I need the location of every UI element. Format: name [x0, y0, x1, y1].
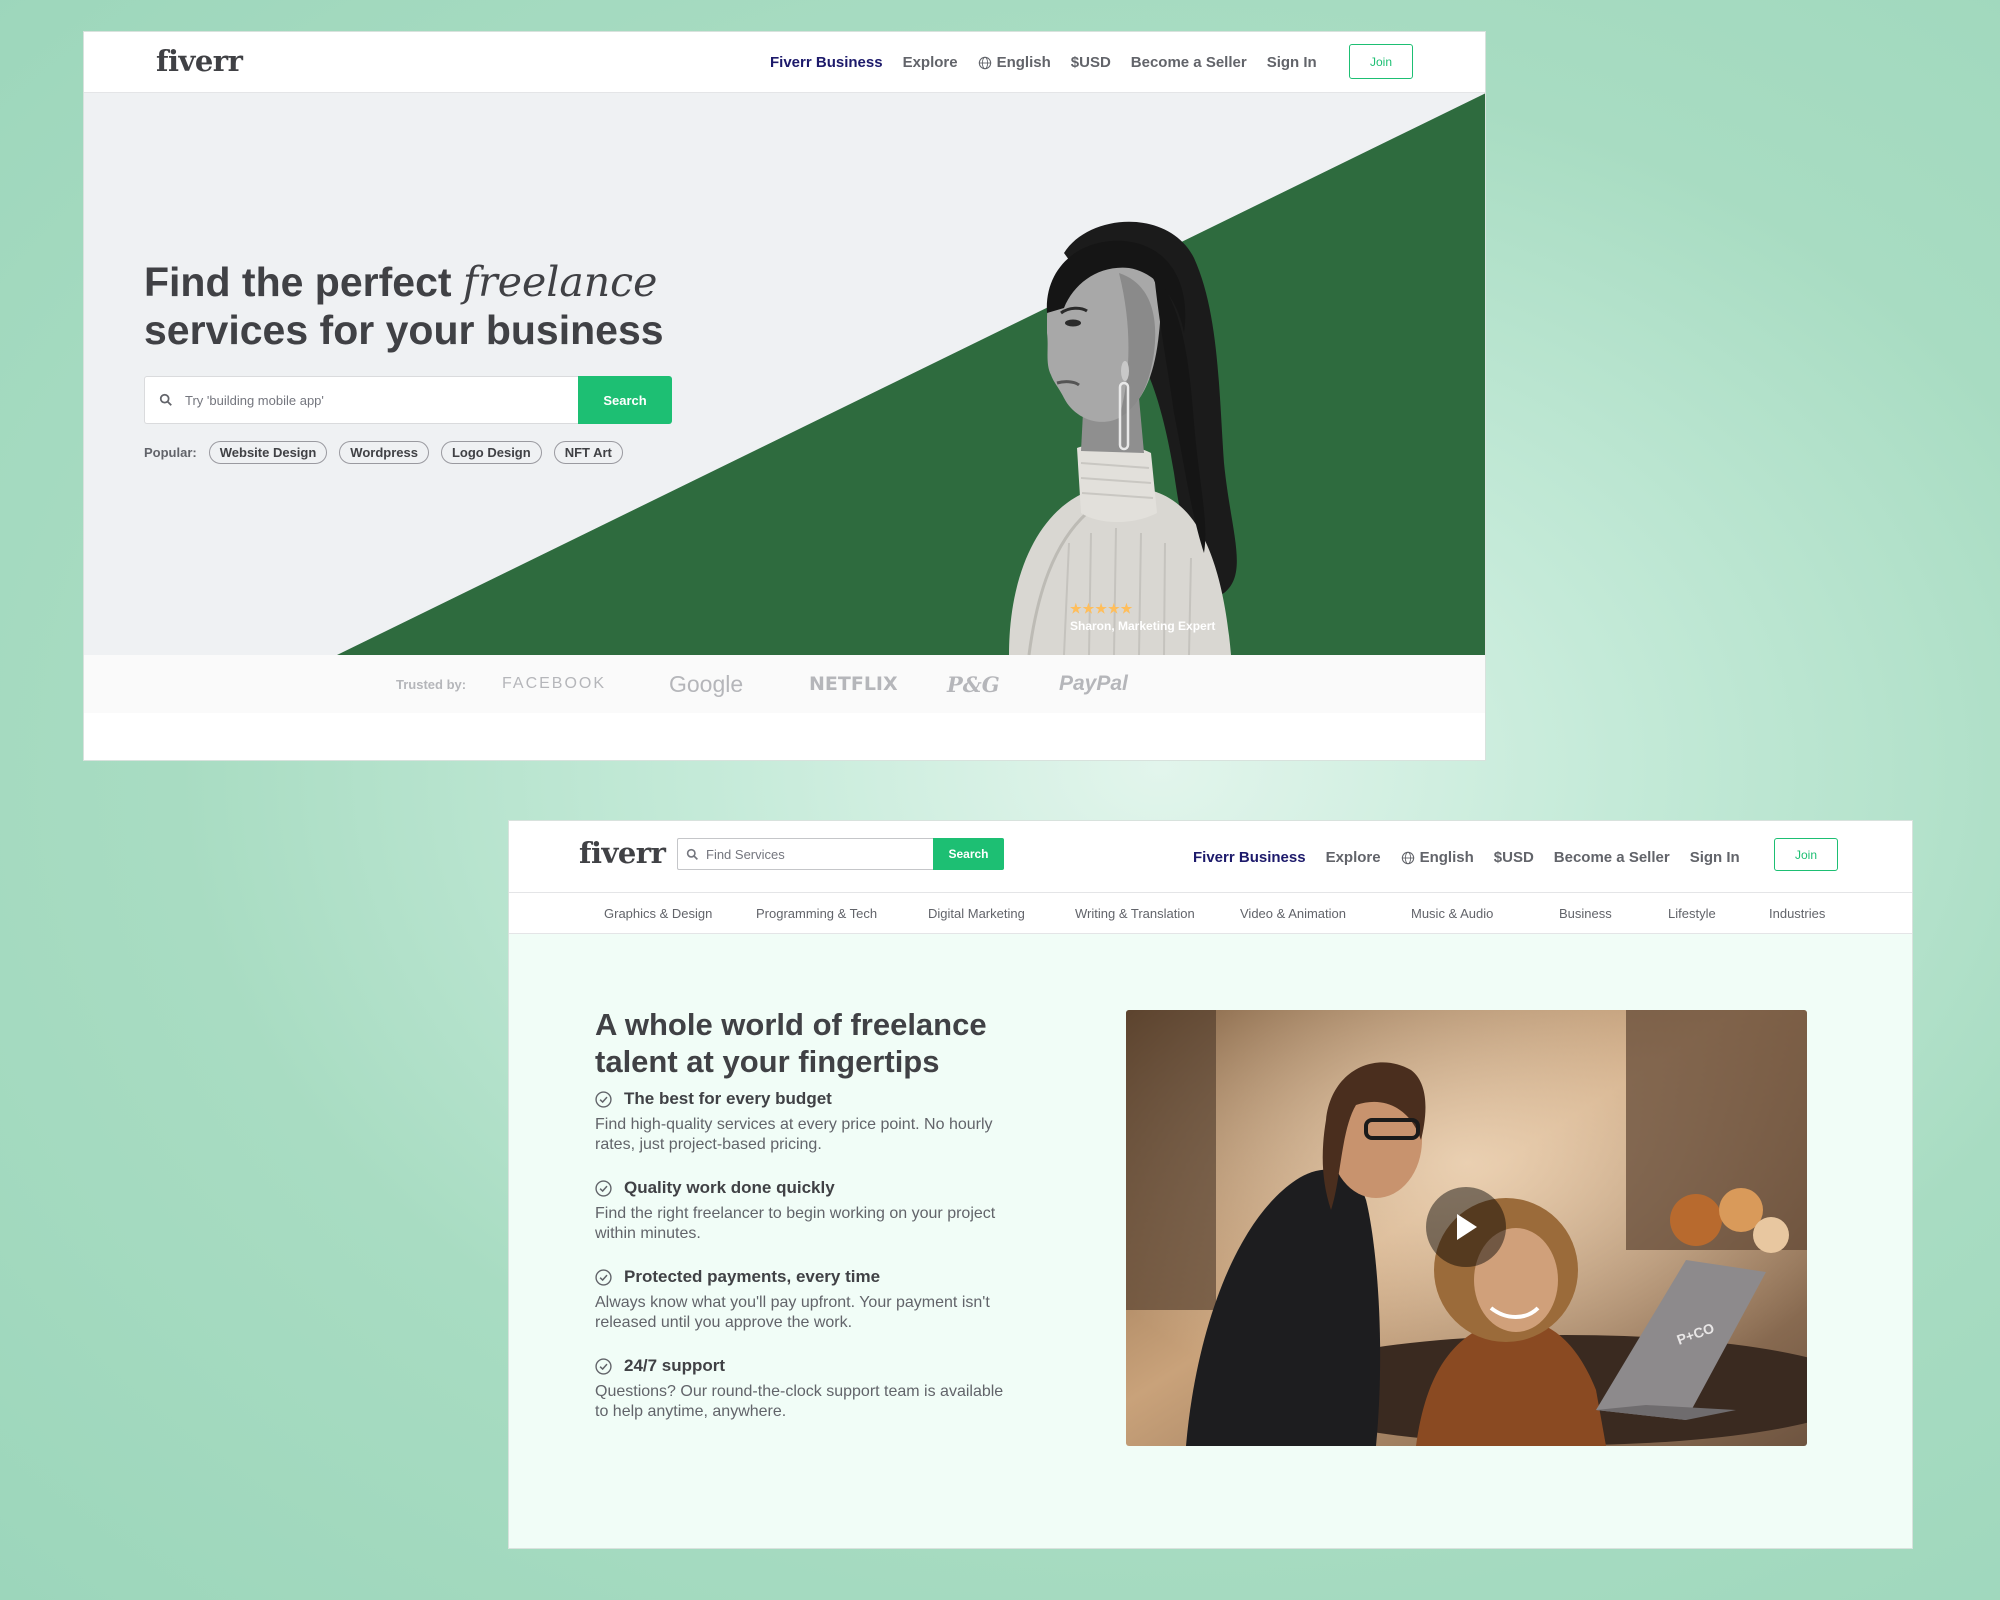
homepage-screenshot: fiverr Fiverr Business Explore English $…: [83, 31, 1486, 761]
trusted-by-bar: Trusted by: FACEBOOK Google NETFLIX P&G …: [84, 655, 1485, 713]
header-search-input[interactable]: Find Services: [677, 838, 933, 870]
top-nav-2: fiverr Find Services Search Fiverr Busin…: [509, 821, 1912, 893]
feature-title: Protected payments, every time: [624, 1267, 881, 1286]
search-placeholder: Try 'building mobile app': [185, 392, 324, 408]
headline-italic: freelance: [462, 258, 658, 306]
seller-rating: ★★★★★ Sharon, Marketing Expert: [1070, 601, 1215, 633]
category-programming-tech[interactable]: Programming & Tech: [756, 906, 877, 921]
feature-description: Find high-quality services at every pric…: [595, 1116, 993, 1153]
pg-logo: P&G: [947, 671, 1000, 697]
promo-video[interactable]: P+CO: [1126, 1010, 1807, 1446]
category-video-animation[interactable]: Video & Animation: [1240, 906, 1346, 921]
fiverr-business-link-2[interactable]: Fiverr Business: [1193, 849, 1306, 866]
check-circle-icon: [595, 1357, 612, 1375]
trusted-by-label: Trusted by:: [396, 676, 467, 692]
check-circle-icon: [595, 1268, 612, 1286]
language-selector-2[interactable]: English: [1401, 849, 1474, 866]
feature-title: The best for every budget: [624, 1089, 832, 1108]
explore-link[interactable]: Explore: [903, 54, 958, 71]
feature-description: Find the right freelancer to begin worki…: [595, 1205, 996, 1242]
feature-item: Quality work done quickly Find the right…: [595, 1178, 1015, 1244]
fiverr-logo-2[interactable]: fiverr: [579, 836, 666, 870]
currency-selector-2[interactable]: $USD: [1494, 849, 1534, 866]
popular-tags: Popular: Website Design Wordpress Logo D…: [144, 441, 623, 464]
feature-item: The best for every budget Find high-qual…: [595, 1089, 1015, 1155]
feature-description: Always know what you'll pay upfront. You…: [595, 1294, 990, 1331]
category-industries[interactable]: Industries: [1769, 906, 1825, 921]
fiverr-logo[interactable]: fiverr: [156, 44, 243, 78]
explore-link-2[interactable]: Explore: [1326, 849, 1381, 866]
popular-tag-logo-design[interactable]: Logo Design: [440, 441, 542, 464]
join-button[interactable]: Join: [1349, 44, 1413, 79]
category-digital-marketing[interactable]: Digital Marketing: [928, 906, 1025, 921]
feature-title: 24/7 support: [624, 1356, 726, 1375]
popular-tag-nft-art[interactable]: NFT Art: [553, 441, 623, 464]
become-seller-link[interactable]: Become a Seller: [1131, 54, 1247, 71]
fiverr-business-link[interactable]: Fiverr Business: [770, 54, 883, 71]
category-writing-translation[interactable]: Writing & Translation: [1075, 906, 1195, 921]
hero-headline: Find the perfect freelance services for …: [144, 258, 744, 354]
check-circle-icon: [595, 1090, 612, 1108]
popular-label: Popular:: [144, 445, 197, 460]
globe-icon: [1401, 851, 1414, 864]
selling-proposition-section: A whole world of freelance talent at you…: [509, 934, 1912, 1548]
hero-search-input[interactable]: Try 'building mobile app': [144, 376, 578, 424]
play-button[interactable]: [1426, 1187, 1506, 1267]
feature-title: Quality work done quickly: [624, 1178, 835, 1197]
feature-item: Protected payments, every time Always kn…: [595, 1267, 1015, 1333]
facebook-logo: FACEBOOK: [502, 675, 607, 692]
top-nav: fiverr Fiverr Business Explore English $…: [84, 32, 1485, 93]
feature-item: 24/7 support Questions? Our round-the-cl…: [595, 1356, 1015, 1422]
hero-section: Find the perfect freelance services for …: [84, 93, 1485, 655]
netflix-logo: NETFLIX: [809, 673, 898, 695]
hero-search-button[interactable]: Search: [578, 376, 672, 424]
headline-part1: Find the perfect: [144, 259, 463, 305]
search-icon: [159, 393, 172, 406]
header-search-placeholder: Find Services: [706, 846, 785, 862]
search-icon: [686, 848, 698, 860]
become-seller-link-2[interactable]: Become a Seller: [1554, 849, 1670, 866]
header-search-button[interactable]: Search: [933, 838, 1004, 870]
features-screenshot: fiverr Find Services Search Fiverr Busin…: [508, 820, 1913, 1549]
headline-part2: services for your business: [144, 307, 664, 353]
seller-portrait-image: [1009, 221, 1237, 655]
rating-stars: ★★★★★: [1070, 601, 1134, 616]
section-headline: A whole world of freelance talent at you…: [595, 1007, 987, 1079]
category-music-audio[interactable]: Music & Audio: [1411, 906, 1493, 921]
check-circle-icon: [595, 1179, 612, 1197]
join-button-2[interactable]: Join: [1774, 838, 1838, 871]
seller-caption: Sharon, Marketing Expert: [1070, 619, 1216, 633]
sign-in-link-2[interactable]: Sign In: [1690, 849, 1740, 866]
category-graphics-design[interactable]: Graphics & Design: [604, 906, 712, 921]
header-search: Find Services Search: [677, 838, 1004, 870]
language-label-2: English: [1419, 849, 1474, 866]
globe-icon: [978, 56, 991, 69]
popular-tag-wordpress[interactable]: Wordpress: [339, 441, 429, 464]
language-label: English: [996, 54, 1051, 71]
hero-search: Try 'building mobile app' Search: [144, 376, 672, 424]
category-lifestyle[interactable]: Lifestyle: [1668, 906, 1716, 921]
popular-tag-website-design[interactable]: Website Design: [208, 441, 328, 464]
play-icon: [1457, 1214, 1477, 1240]
language-selector[interactable]: English: [978, 54, 1051, 71]
category-menu: Graphics & Design Programming & Tech Dig…: [509, 893, 1912, 934]
sign-in-link[interactable]: Sign In: [1267, 54, 1317, 71]
category-business[interactable]: Business: [1559, 906, 1612, 921]
google-logo: Google: [669, 670, 744, 697]
paypal-logo: PayPal: [1059, 672, 1128, 695]
feature-description: Questions? Our round-the-clock support t…: [595, 1383, 1004, 1420]
currency-selector[interactable]: $USD: [1071, 54, 1111, 71]
